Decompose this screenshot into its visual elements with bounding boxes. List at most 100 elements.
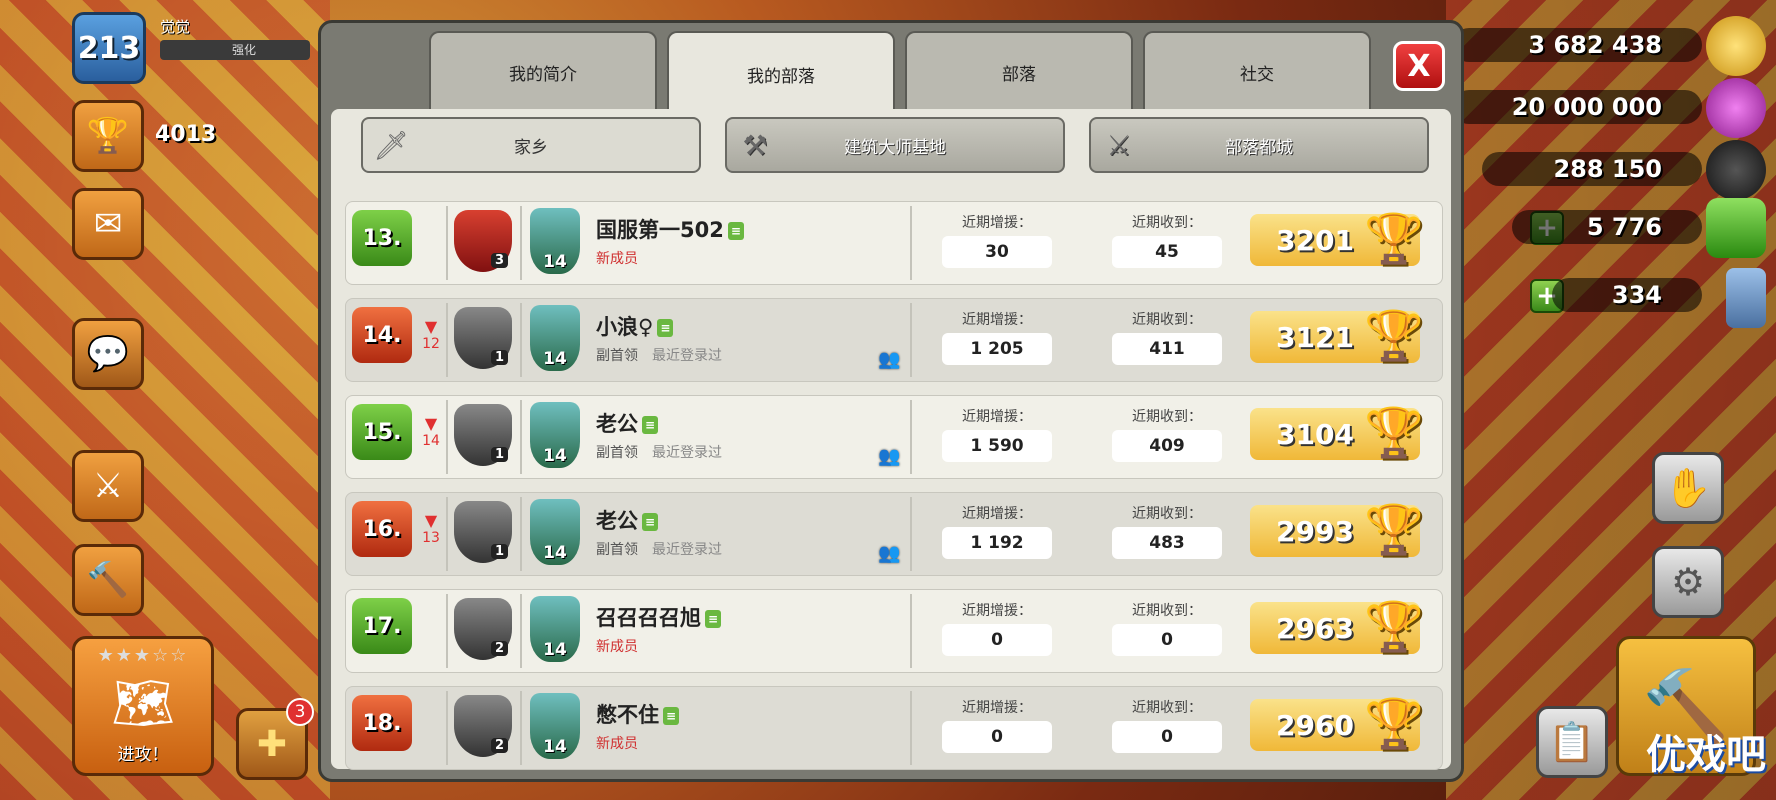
member-row[interactable]: 16. ▼ 13 1 14 老公 ≡ 副首领 最近登录过 👥 近期增援： 1 192 近期收到： 483 2…	[345, 492, 1443, 576]
member-role-text: 副首领	[596, 445, 638, 461]
subtab-label: 建筑大师基地	[844, 137, 946, 158]
received-stat: 近期收到： 411	[1112, 307, 1222, 365]
trophy-button[interactable]: 🏆	[72, 100, 144, 172]
builder-button[interactable]: 🔨	[72, 544, 144, 616]
town-hall-level: 14	[543, 640, 567, 660]
builder-count: 334	[1552, 278, 1702, 312]
subtab-builder-base[interactable]: ⚒ 建筑大师基地	[725, 117, 1065, 173]
divider	[910, 303, 912, 377]
war-button[interactable]: ⚔	[72, 450, 144, 522]
divider	[520, 497, 522, 571]
received-label: 近期收到：	[1132, 603, 1202, 619]
edit-mode-button[interactable]: ✋	[1652, 452, 1724, 524]
rank-badge: 15.	[352, 404, 412, 460]
trophy-box: 3121 🏆	[1250, 308, 1424, 364]
league-badge-icon: 1	[454, 501, 512, 563]
received-stat: 近期收到： 0	[1112, 695, 1222, 753]
divider	[910, 594, 912, 668]
town-hall-level: 14	[543, 446, 567, 466]
member-role-text: 新成员	[596, 639, 638, 655]
rank-badge: 18.	[352, 695, 412, 751]
received-value: 0	[1112, 624, 1222, 656]
settings-button[interactable]: ⚙	[1652, 546, 1724, 618]
trophy-icon: 🏆	[1364, 599, 1424, 655]
tab-bar: 我的简介 我的部落 部落 社交	[429, 31, 1371, 115]
tab-clans[interactable]: 部落	[905, 31, 1133, 111]
crossed-swords-icon: ⚔	[1106, 128, 1132, 162]
builder-icon: 🔨	[86, 560, 130, 600]
mail-icon: ✉	[93, 204, 123, 244]
subtab-clan-capital[interactable]: ⚔ 部落都城	[1089, 117, 1429, 173]
member-row[interactable]: 17. 2 14 召召召召旭 ≡ 新成员 近期增援： 0 近期收到： 0 2963 🏆	[345, 589, 1443, 673]
close-button[interactable]: X	[1393, 41, 1445, 91]
elixir-icon	[1706, 78, 1766, 138]
divider	[910, 497, 912, 571]
member-name-text: 憋不住	[596, 703, 659, 727]
tab-profile[interactable]: 我的简介	[429, 31, 657, 111]
donated-label: 近期增援：	[962, 215, 1032, 231]
member-role: 新成员	[596, 636, 638, 656]
mail-button[interactable]: ✉	[72, 188, 144, 260]
stars-icon: ★★★☆☆	[97, 645, 189, 666]
xp-bar: 强化	[160, 40, 310, 60]
member-name: 国服第一502 ≡	[596, 214, 744, 244]
divider	[910, 691, 912, 765]
gear-icon: ⚙	[1670, 560, 1706, 604]
member-row[interactable]: 13. 3 14 国服第一502 ≡ 新成员 近期增援： 30 近期收到： 45 3201 🏆	[345, 201, 1443, 285]
profile-note-icon: ≡	[727, 222, 744, 240]
trophy-box: 2993 🏆	[1250, 502, 1424, 558]
member-role: 副首领 最近登录过	[596, 345, 722, 365]
trophy-box: 2960 🏆	[1250, 696, 1424, 752]
rank-change: ▼ 13	[418, 511, 444, 546]
friends-icon: 👥	[878, 446, 901, 467]
member-row[interactable]: 15. ▼ 14 1 14 老公 ≡ 副首领 最近登录过 👥 近期增援： 1 590 近期收到： 409 3…	[345, 395, 1443, 479]
league-level: 2	[490, 641, 508, 656]
league-badge-icon: 1	[454, 404, 512, 466]
subtab-home-village[interactable]: 🗡 家乡	[361, 117, 701, 173]
member-trophies: 3121	[1276, 320, 1354, 354]
tab-social[interactable]: 社交	[1143, 31, 1371, 111]
member-name: 召召召召旭 ≡	[596, 602, 721, 632]
divider	[910, 400, 912, 474]
divider	[520, 206, 522, 280]
donated-stat: 近期增援： 0	[942, 598, 1052, 656]
town-hall-icon: 14	[530, 693, 580, 759]
member-name: 憋不住 ≡	[596, 699, 679, 729]
last-seen: 最近登录过	[652, 348, 722, 364]
league-level: 1	[490, 544, 508, 559]
tab-my-clan[interactable]: 我的部落	[667, 31, 895, 115]
attack-label: 进攻！	[117, 745, 169, 765]
member-trophies: 2960	[1276, 708, 1354, 742]
member-role-text: 副首领	[596, 542, 638, 558]
town-hall-icon: 14	[530, 596, 580, 662]
donated-stat: 近期增援： 1 590	[942, 404, 1052, 462]
rank-badge: 13.	[352, 210, 412, 266]
divider	[520, 594, 522, 668]
trophy-icon: 🏆	[1364, 696, 1424, 752]
member-row[interactable]: 18. 2 14 憋不住 ≡ 新成员 近期增援： 0 近期收到： 0 2960 🏆	[345, 686, 1443, 770]
town-hall-icon: 14	[530, 208, 580, 274]
divider	[520, 400, 522, 474]
donated-value: 0	[942, 624, 1052, 656]
divider	[910, 206, 912, 280]
member-role: 新成员	[596, 733, 638, 753]
received-value: 0	[1112, 721, 1222, 753]
rank-change-value: 13	[422, 530, 440, 546]
trophy-icon: 🏆	[1364, 308, 1424, 364]
received-stat: 近期收到： 0	[1112, 598, 1222, 656]
member-name: 老公 ≡	[596, 408, 658, 438]
member-name: 小浪♀ ≡	[596, 311, 674, 341]
member-role: 副首领 最近登录过	[596, 539, 722, 559]
member-row[interactable]: 14. ▼ 12 1 14 小浪♀ ≡ 副首领 最近登录过 👥 近期增援： 1 205 近期收到： 411…	[345, 298, 1443, 382]
received-stat: 近期收到： 483	[1112, 501, 1222, 559]
donated-stat: 近期增援： 30	[942, 210, 1052, 268]
chat-button[interactable]: 💬	[72, 318, 144, 390]
player-level-badge[interactable]: 213	[72, 12, 146, 84]
town-hall-icon: 14	[530, 499, 580, 565]
received-label: 近期收到：	[1132, 700, 1202, 716]
subtab-label: 家乡	[514, 137, 548, 158]
subtab-bar: 🗡 家乡 ⚒ 建筑大师基地 ⚔ 部落都城	[361, 117, 1429, 173]
friends-icon: 👥	[878, 349, 901, 370]
shield-icon: ✚	[256, 723, 288, 765]
attack-button[interactable]: ★★★☆☆ 🗺 进攻！	[72, 636, 214, 776]
